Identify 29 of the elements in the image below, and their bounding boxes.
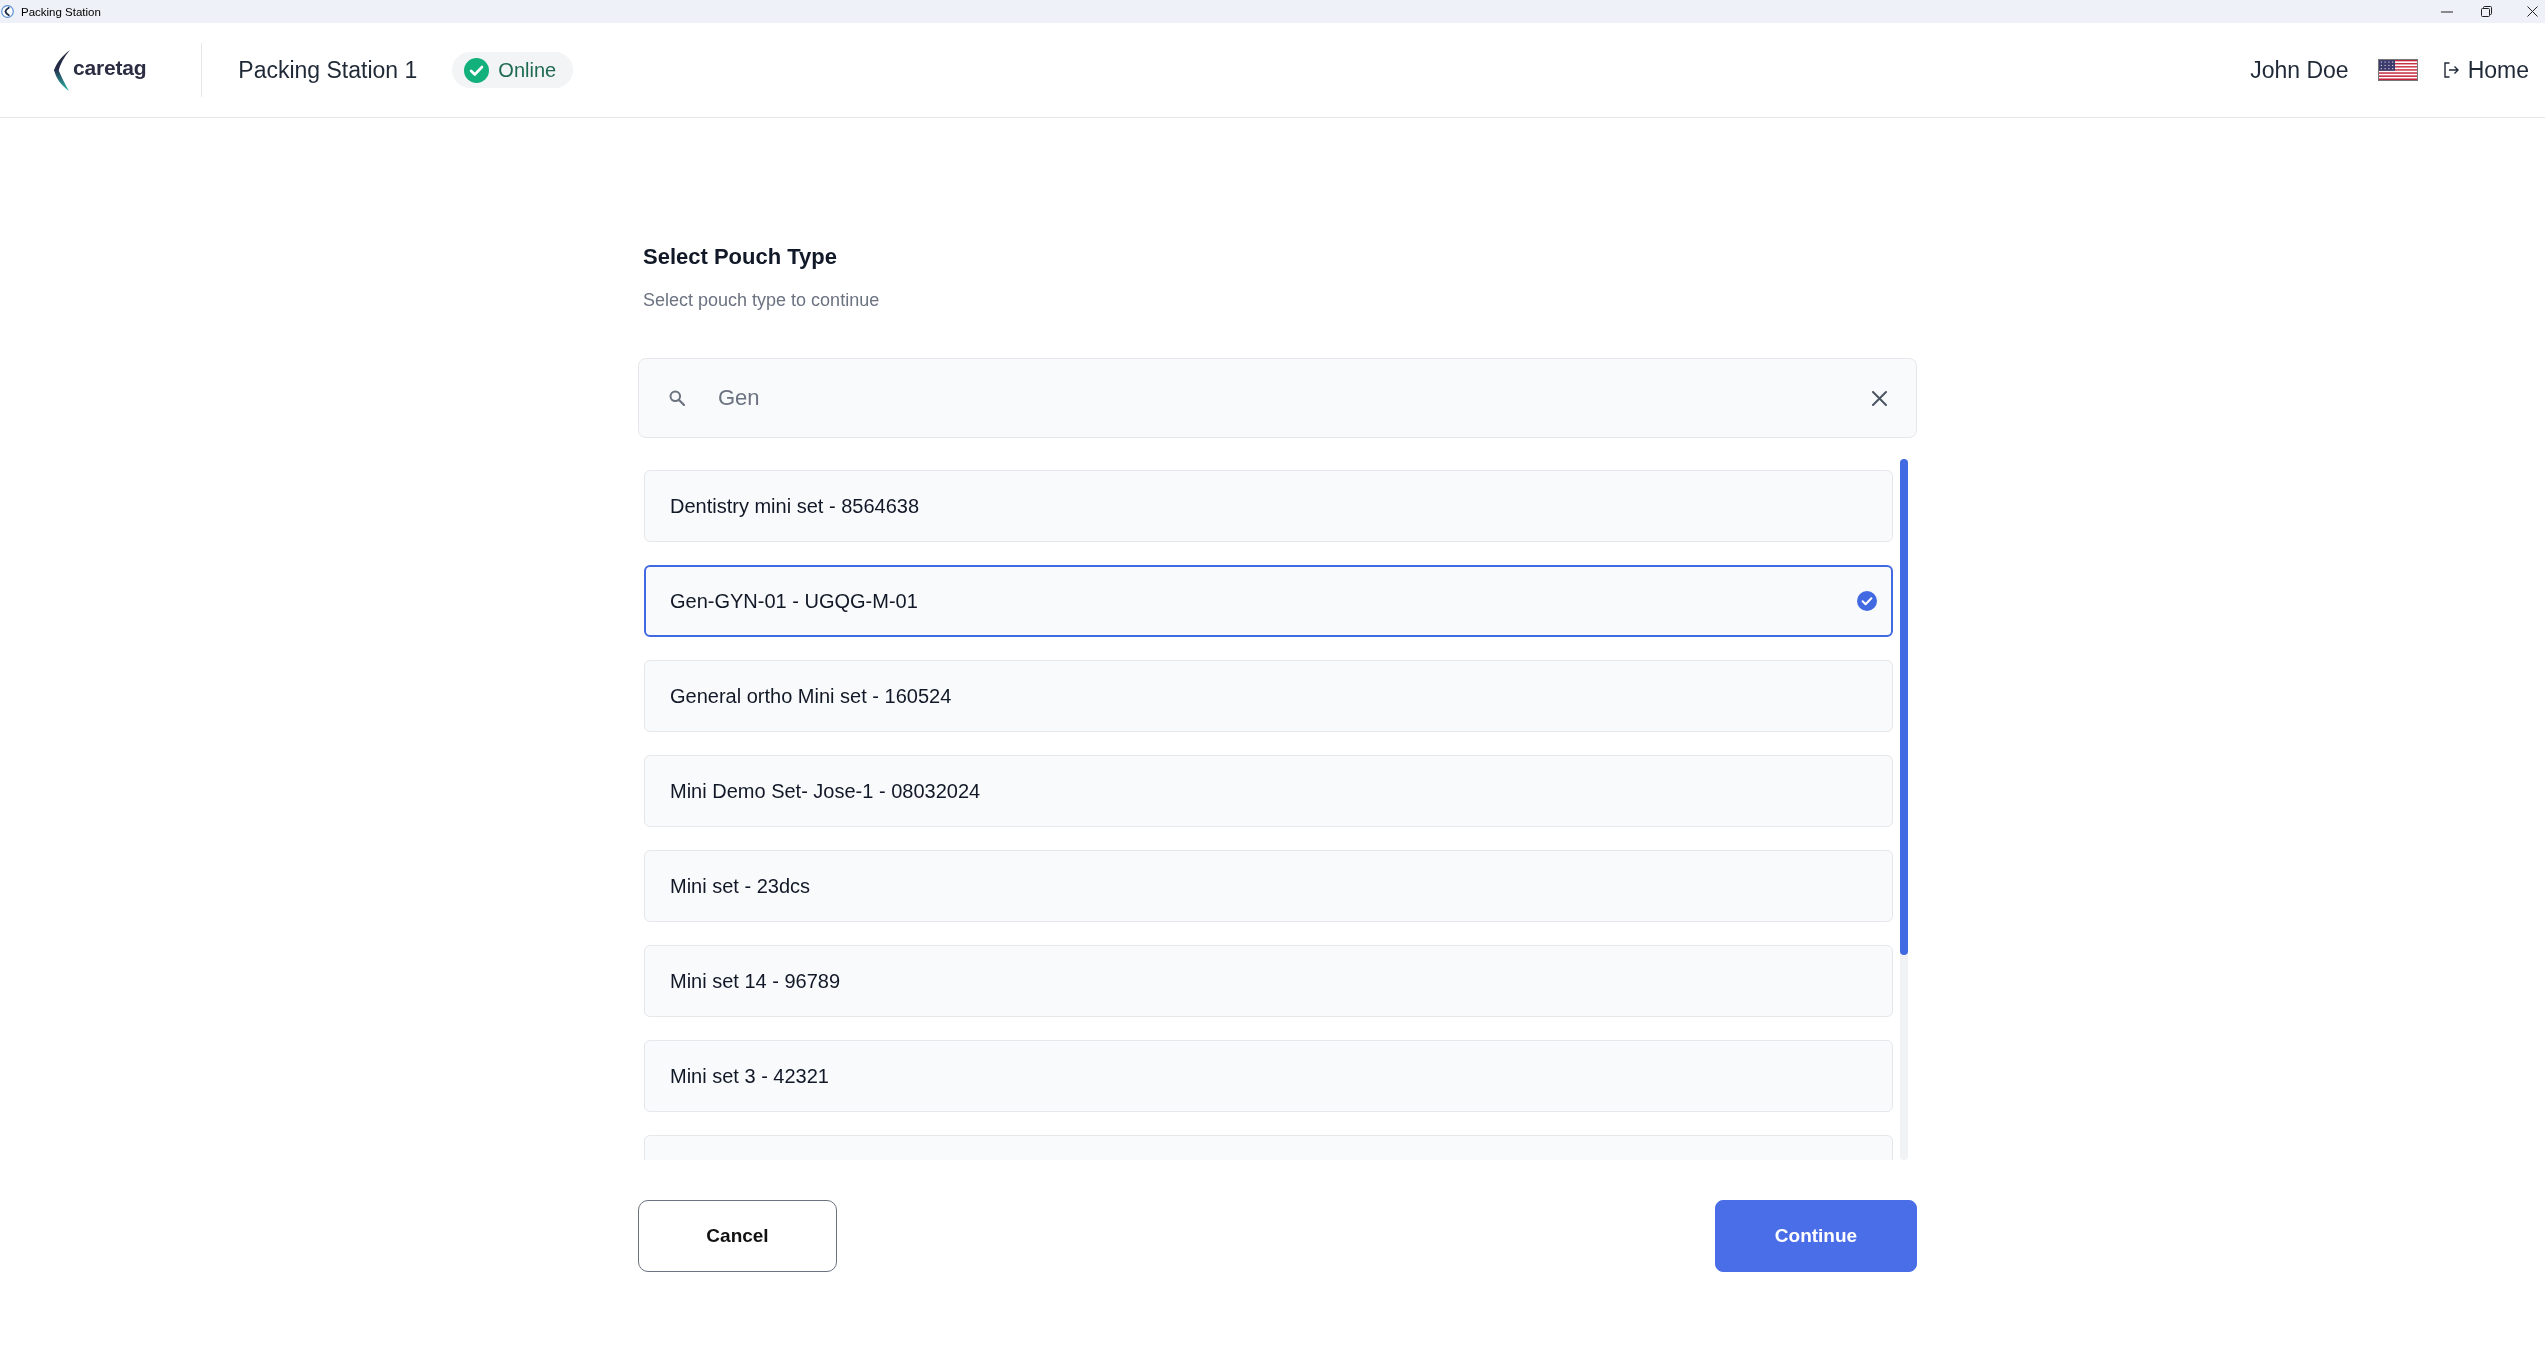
continue-button[interactable]: Continue [1715,1200,1917,1272]
station-name: Packing Station 1 [238,56,418,84]
minimize-icon[interactable] [2441,10,2453,13]
list-item[interactable]: Mini set 14 - 96789 [644,945,1893,1017]
search-icon [669,390,685,406]
cancel-button[interactable]: Cancel [638,1200,837,1272]
app-icon [1,5,14,18]
window-title: Packing Station [21,5,101,18]
list-item[interactable]: General ortho Mini set - 160524 [644,660,1893,732]
list-item[interactable]: Gen-GYN-01 - UGQG-M-01 [644,565,1893,637]
list-item[interactable]: Mini set 3 - 42321 [644,1040,1893,1112]
scrollbar-thumb[interactable] [1900,459,1908,955]
page-subtitle: Select pouch type to continue [643,289,881,311]
check-circle-icon [1857,591,1877,611]
list-item[interactable]: Dentistry mini set - 8564638 [644,470,1893,542]
page-title: Select Pouch Type [643,244,838,270]
list-item[interactable]: Mini Demo Set- Jose-1 - 08032024 [644,755,1893,827]
search-field[interactable]: Gen [638,358,1917,438]
home-link[interactable]: Home [2443,56,2529,84]
logo-icon [54,49,71,91]
logo-text: caretag [73,56,147,80]
close-icon[interactable] [2527,6,2538,17]
status-label: Online [498,58,557,82]
flag-icon[interactable] [2377,59,2418,81]
restore-icon[interactable] [2481,6,2492,17]
user-name: John Doe [2250,56,2349,84]
list-item[interactable]: Mini set - 23dcs [644,850,1893,922]
logout-icon [2443,62,2459,78]
clear-icon[interactable] [1872,391,1887,406]
